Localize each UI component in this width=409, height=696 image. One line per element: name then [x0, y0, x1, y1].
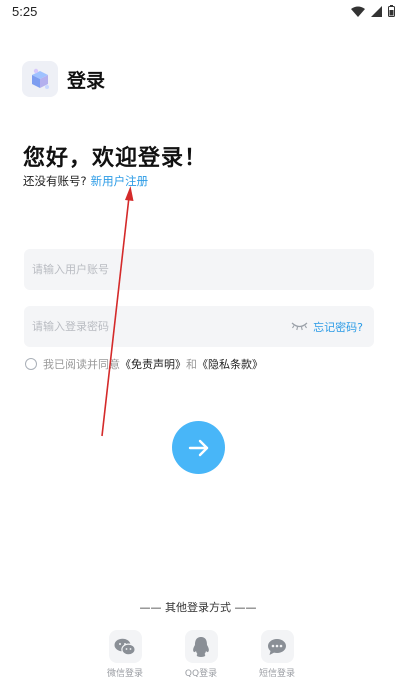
agreement-row: 我已阅读并同意 《免责声明》 和 《隐私条款》: [25, 356, 263, 372]
qq-login-label: QQ登录: [184, 669, 218, 679]
username-field-container: [24, 249, 374, 290]
disclaimer-link[interactable]: 《免责声明》: [120, 356, 186, 372]
battery-icon: [388, 5, 395, 17]
header: 登录: [22, 61, 105, 97]
page-title: 登录: [67, 69, 106, 92]
other-login-methods: 微信登录 QQ登录 短信登录: [96, 630, 306, 679]
password-input[interactable]: [32, 306, 282, 347]
wifi-icon: [351, 6, 365, 17]
other-login-title: —— 其他登录方式 ——: [139, 601, 257, 614]
agreement-text: 我已阅读并同意: [43, 358, 120, 371]
sms-login-label: 短信登录: [258, 669, 295, 679]
app-logo: [22, 61, 58, 97]
logo-cube-icon: [32, 68, 49, 89]
sms-icon: [268, 638, 286, 655]
annotation-arrow: [101, 186, 134, 437]
privacy-link[interactable]: 《隐私条款》: [197, 356, 263, 372]
agreement-checkbox[interactable]: [25, 358, 37, 370]
forgot-password-link[interactable]: 忘记密码?: [313, 319, 363, 335]
status-bar: 5:25: [0, 0, 409, 24]
agreement-and: 和: [186, 358, 197, 371]
sms-login-button[interactable]: 短信登录: [248, 630, 306, 679]
status-icons: [351, 5, 395, 17]
wechat-login-button[interactable]: 微信登录: [96, 630, 154, 679]
signup-row: 还没有账号? 新用户注册: [23, 173, 148, 189]
eye-closed-icon[interactable]: [291, 320, 308, 332]
status-time: 5:25: [12, 4, 38, 19]
username-input[interactable]: [32, 249, 282, 290]
password-field-container: 忘记密码?: [24, 306, 374, 347]
arrow-right-icon: [188, 439, 208, 456]
login-submit-button[interactable]: [172, 421, 225, 474]
qq-login-button[interactable]: QQ登录: [172, 630, 230, 679]
signal-icon: [371, 5, 382, 17]
signup-prompt: 还没有账号?: [23, 174, 87, 188]
wechat-login-label: 微信登录: [106, 669, 143, 679]
wechat-icon: [114, 638, 136, 656]
greeting-heading: 您好，欢迎登录！: [23, 146, 208, 171]
register-link[interactable]: 新用户注册: [91, 174, 149, 188]
qq-icon: [193, 636, 209, 657]
